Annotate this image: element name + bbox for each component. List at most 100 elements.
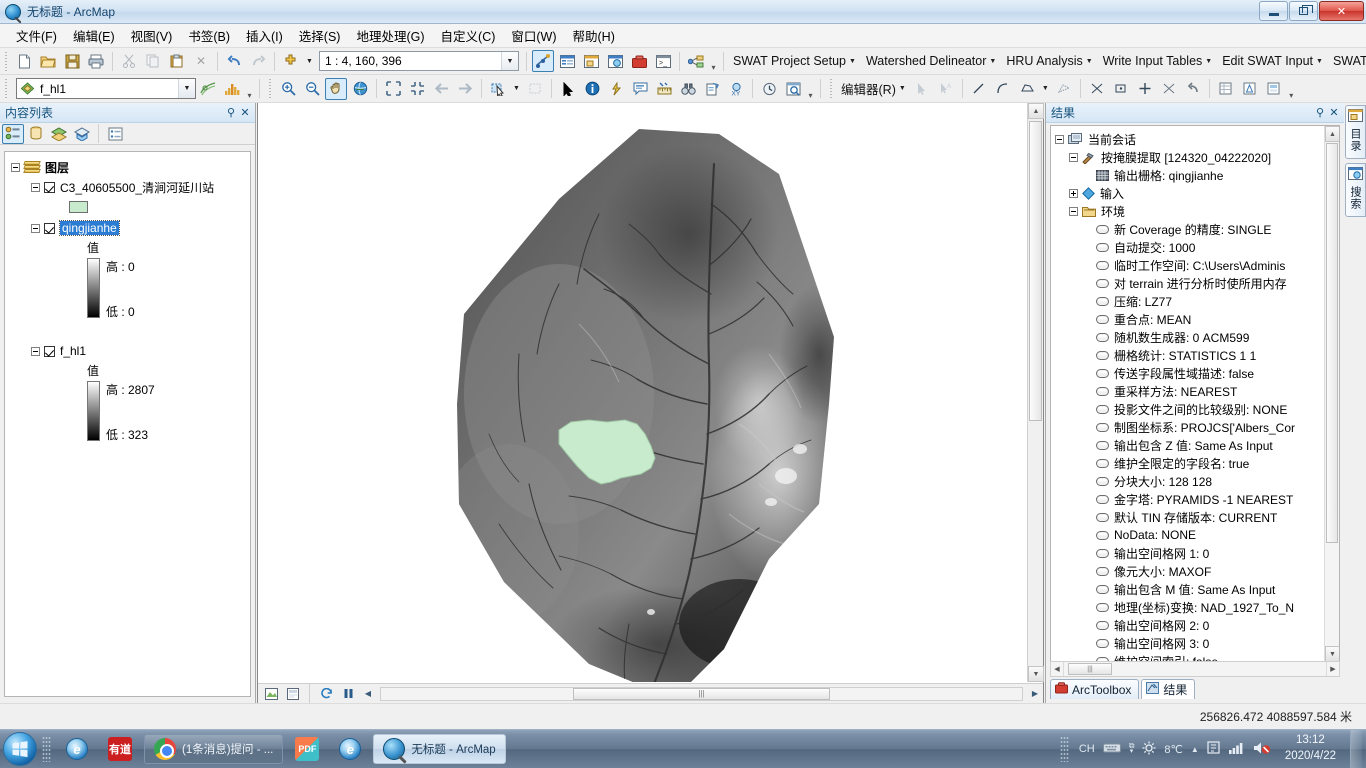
toolbar-overflow-5[interactable]: ▾	[1286, 78, 1297, 100]
edit-sketch-properties-icon[interactable]	[1053, 78, 1075, 100]
toolbar-grip-2[interactable]	[3, 79, 10, 98]
toolbar-overflow-1[interactable]: ▾	[708, 50, 719, 72]
fixed-zoom-out-icon[interactable]	[406, 78, 428, 100]
toc-root-expander[interactable]	[11, 162, 20, 172]
attributes-table-icon[interactable]	[1215, 78, 1237, 100]
toc-layer-qingjianhe[interactable]: qingjianhe	[9, 219, 246, 237]
arccatalog-icon[interactable]	[580, 50, 602, 72]
results-tree-item[interactable]: 输出空间格网 2: 0	[1055, 616, 1337, 634]
clear-selection-icon[interactable]	[524, 78, 546, 100]
active-layer-combo[interactable]: f_hl1 ▼	[16, 78, 196, 99]
menu-edit[interactable]: 编辑(E)	[65, 23, 123, 48]
menu-help[interactable]: 帮助(H)	[565, 23, 623, 48]
scroll-right-arrow[interactable]: ▶	[1028, 685, 1042, 702]
polygon-swatch-icon[interactable]	[69, 201, 88, 213]
results-scroll-up-arrow[interactable]: ▲	[1325, 126, 1339, 142]
toc-layer-label-selected[interactable]: qingjianhe	[59, 220, 120, 236]
undo-edit-icon[interactable]	[1182, 78, 1204, 100]
network-signal-icon[interactable]	[1228, 741, 1245, 757]
full-extent-globe-icon[interactable]	[349, 78, 371, 100]
ime-options-icon[interactable]: ⧉ ▾	[1129, 742, 1135, 756]
toc-layer-expander[interactable]	[31, 182, 40, 192]
results-tree-item[interactable]: 制图坐标系: PROJCS['Albers_Cor	[1055, 418, 1337, 436]
trace-icon[interactable]	[1016, 78, 1038, 100]
add-data-icon[interactable]	[280, 50, 302, 72]
weather-sun-icon[interactable]	[1142, 741, 1156, 758]
results-tree-item[interactable]: 输出包含 Z 值: Same As Input	[1055, 436, 1337, 454]
cut-icon[interactable]	[118, 50, 140, 72]
results-tree-item[interactable]: NoData: NONE	[1055, 526, 1337, 544]
results-tree-item[interactable]: 像元大小: MAXOF	[1055, 562, 1337, 580]
edit-vertices-dropdown-icon[interactable]: ▼	[1040, 78, 1051, 100]
results-scroll-thumb[interactable]	[1326, 143, 1338, 543]
scroll-left-arrow[interactable]: ◀	[361, 685, 375, 702]
zoom-out-icon[interactable]	[301, 78, 323, 100]
find-binoculars-icon[interactable]	[677, 78, 699, 100]
hru-analysis-menu[interactable]: HRU Analysis ▼	[1001, 51, 1097, 71]
taskbar-item-arcmap[interactable]: 无标题 - ArcMap	[373, 734, 506, 764]
toolbar-overflow-4[interactable]: ▾	[805, 78, 816, 100]
results-tree-item[interactable]: 输出空间格网 3: 0	[1055, 634, 1337, 652]
open-document-icon[interactable]	[37, 50, 59, 72]
menu-window[interactable]: 窗口(W)	[503, 23, 564, 48]
data-view-icon[interactable]	[262, 685, 280, 702]
side-tab-catalog[interactable]: 目录	[1344, 105, 1366, 159]
editor-menu[interactable]: 编辑器(R) ▼	[837, 76, 910, 101]
map-scale-combo[interactable]: 1 : 4, 160, 396 ▼	[319, 51, 519, 71]
spatial-analyst-icon[interactable]	[197, 78, 219, 100]
histogram-icon[interactable]	[221, 78, 243, 100]
toc-layer-c3[interactable]: C3_40605500_清涧河延川站	[9, 178, 246, 196]
results-tree[interactable]: 当前会话 按掩膜提取 [124320_04222020] 输出栅格: qingjia…	[1050, 125, 1340, 663]
results-tree-item[interactable]: 输出栅格: qingjianhe	[1055, 166, 1337, 184]
taskbar-item-ie-1[interactable]: e	[58, 734, 96, 764]
results-tree-item[interactable]: 压缩: LZ77	[1055, 292, 1337, 310]
results-tree-item[interactable]: 当前会话	[1055, 130, 1337, 148]
toc-layer-tree[interactable]: 图层 C3_40605500_清涧河延川站 qingjianhe 值 高: 0…	[4, 151, 251, 697]
side-tab-search[interactable]: 搜索	[1344, 163, 1366, 217]
results-tree-item[interactable]: 临时工作空间: C:\Users\Adminis	[1055, 256, 1337, 274]
select-features-icon[interactable]	[487, 78, 509, 100]
editor-toolbar-toggle-icon[interactable]	[532, 50, 554, 72]
results-tree-item[interactable]: 金字塔: PYRAMIDS -1 NEAREST	[1055, 490, 1337, 508]
toc-layer-checkbox[interactable]	[44, 181, 55, 193]
toc-pin-icon[interactable]: ⚲	[224, 106, 238, 120]
results-tree-item[interactable]: 随机数生成器: 0 ACM599	[1055, 328, 1337, 346]
toolbar-grip[interactable]	[3, 51, 10, 71]
create-features-icon[interactable]	[1263, 78, 1285, 100]
scroll-up-arrow[interactable]: ▲	[1028, 103, 1044, 119]
start-button[interactable]	[3, 732, 37, 766]
menu-insert[interactable]: 插入(I)	[238, 23, 291, 48]
go-forward-extent-icon[interactable]	[454, 78, 476, 100]
results-tree-item[interactable]: 重合点: MEAN	[1055, 310, 1337, 328]
results-tree-item[interactable]: 维护全限定的字段名: true	[1055, 454, 1337, 472]
toc-root-layers[interactable]: 图层	[9, 158, 246, 176]
menu-file[interactable]: 文件(F)	[8, 23, 65, 48]
map-vertical-scrollbar[interactable]: ▲ ▼	[1027, 103, 1044, 682]
add-data-dropdown-icon[interactable]: ▼	[304, 50, 315, 72]
vertical-scroll-thumb[interactable]	[1029, 121, 1042, 421]
refresh-view-icon[interactable]	[317, 685, 335, 702]
select-elements-arrow-icon[interactable]	[557, 78, 579, 100]
volume-muted-icon[interactable]	[1253, 741, 1271, 758]
keyboard-icon[interactable]	[1102, 742, 1121, 757]
results-hscroll-thumb[interactable]: |||	[1068, 663, 1112, 675]
results-tree-expander[interactable]	[1069, 188, 1078, 198]
edit-swat-input-menu[interactable]: Edit SWAT Input ▼	[1217, 51, 1328, 71]
layer-dropdown-arrow[interactable]: ▼	[178, 79, 195, 98]
results-tree-item[interactable]: 输入	[1055, 184, 1337, 202]
toc-layer-checkbox[interactable]	[44, 345, 55, 357]
swat-simulation-menu[interactable]: SWAT Simulation▼	[1328, 51, 1366, 71]
menu-geoprocessing[interactable]: 地理处理(G)	[348, 23, 432, 48]
map-horizontal-scrollbar[interactable]: |||	[380, 686, 1023, 701]
close-button[interactable]: ✕	[1319, 1, 1364, 21]
restore-button[interactable]	[1289, 1, 1318, 21]
toc-layer-fhl1[interactable]: f_hl1	[9, 342, 246, 360]
arctoolbox-icon[interactable]	[628, 50, 650, 72]
list-by-selection-icon[interactable]	[71, 124, 93, 144]
taskbar-item-youdao[interactable]: 有道	[100, 734, 140, 764]
results-tree-item[interactable]: 栅格统计: STATISTICS 1 1	[1055, 346, 1337, 364]
toolbar-grip-3[interactable]	[267, 79, 274, 98]
toolbar-grip-4[interactable]	[828, 79, 835, 98]
results-tree-expander[interactable]	[1069, 206, 1078, 216]
swat-project-setup-menu[interactable]: SWAT Project Setup ▼	[728, 51, 861, 71]
